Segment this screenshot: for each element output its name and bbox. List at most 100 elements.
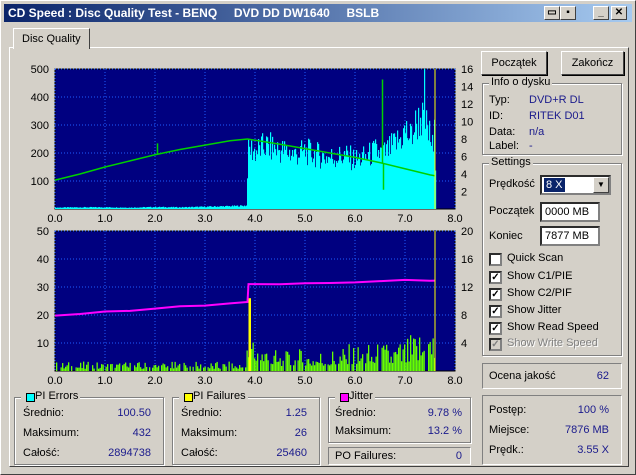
start-position-input[interactable]: 0000 MB [540,202,600,222]
date-value: n/a [529,126,545,138]
title-bar[interactable]: CD Speed : Disc Quality Test - BENQ DVD … [4,4,632,22]
pif-bar [344,354,346,371]
jitter-avg: 9.78 % [427,407,462,419]
pif-bar [155,364,157,371]
pif-bar [185,365,187,371]
pif-bar [255,360,257,371]
disc-info-group: Info o dysku Typ: DVD+R DL ID: RITEK D01… [482,76,622,155]
pif-bar [213,368,215,371]
pif-bar [399,344,401,371]
pif-bar [411,354,413,371]
progress-value: 100 % [577,404,609,416]
pif-bar [273,355,275,371]
pif-y-tick-label: 40 [37,254,49,266]
quality-value: 62 [596,370,609,382]
copy-icon[interactable]: ▭ [544,6,560,20]
pif-bar [252,342,254,371]
show-jitter-checkbox[interactable]: ✓ [489,305,502,318]
po-failures-panel: PO Failures: 0 [328,447,471,465]
pif-bar [99,367,101,371]
pie-y-tick-label: 200 [31,148,49,160]
close-button[interactable]: ✕ [611,6,627,20]
save-icon[interactable]: ▪ [560,6,576,20]
pif-bar [410,335,412,371]
pif-bar [158,365,160,371]
pif-bar [210,363,212,371]
pif-bar [300,350,302,371]
pif-bar [179,363,181,371]
pif-bar [320,353,322,371]
pif-bar [141,368,143,371]
pif-bar [335,364,337,371]
pif-bar [101,364,103,371]
pif-bar [324,363,326,371]
minimize-button[interactable]: _ [593,6,609,20]
speed-label: Prędkość [489,178,535,190]
pif-bar [251,348,253,371]
pif-bar [359,361,361,371]
position-label: Miejsce: [489,424,530,436]
pif-bar [306,359,308,371]
pif-bar [192,366,194,371]
pif-bar [102,364,104,371]
pif-bar [372,361,374,371]
tab-disc-quality[interactable]: Disc Quality [13,28,90,49]
pif-bar [237,368,239,371]
show-pie-checkbox[interactable]: ✓ [489,271,502,284]
show-pif-checkbox[interactable]: ✓ [489,288,502,301]
pif-bar [419,337,421,371]
pif-bar [261,354,263,371]
pif-bar [272,364,274,371]
pif-bar [330,364,332,371]
id-label: ID: [489,110,504,122]
pif-bar [110,364,112,371]
pif-bar [167,366,169,371]
pif-bar [342,349,344,371]
pif-bar [267,360,269,371]
pif-bar [87,361,89,371]
pif-y2-tick-label: 20 [461,226,473,238]
pif-x-tick-label: 0.0 [47,375,62,387]
pif-y2-tick-label: 12 [461,282,473,294]
pi-failures-max-label: Maksimum: [181,427,238,439]
pif-bar [405,362,407,371]
show-read-speed-checkbox[interactable]: ✓ [489,322,502,335]
pif-bar [209,368,211,371]
start-button[interactable]: Początek [481,51,547,75]
end-position-input[interactable]: 7877 MB [540,226,600,246]
pif-bar [429,341,431,371]
quick-scan-checkbox[interactable] [489,253,502,266]
pif-y2-tick-label: 16 [461,254,473,266]
pif-bar [278,361,280,371]
pif-bar [84,368,86,371]
pif-bar [309,363,311,371]
pif-x-tick-label: 5.0 [297,375,312,387]
pif-bar [204,366,206,371]
pif-bar [297,360,299,371]
jitter-avg-label: Średnio: [335,407,376,419]
pif-bar [203,367,205,371]
chevron-down-icon[interactable]: ▼ [593,177,609,193]
pi-failures-total-label: Całość: [181,447,218,459]
pif-bar [212,366,214,371]
exit-button[interactable]: Zakończ [561,51,624,75]
progress-label: Postęp: [489,404,527,416]
pif-bar [279,358,281,371]
pif-bar [62,363,64,371]
pif-bar [347,364,349,371]
settings-title: Settings [489,156,533,168]
pi-errors-total: 2894738 [108,447,151,459]
pif-bar [83,361,85,371]
pif-bar [266,353,268,371]
pif-bar [128,367,130,371]
speed-select[interactable]: 8 X ▼ [540,175,611,195]
pif-bar [315,361,317,371]
pif-bar [129,362,131,371]
pie-y2-tick-label: 16 [461,64,473,76]
pif-x-tick-label: 7.0 [397,375,412,387]
pif-bar [323,365,325,371]
pif-bar [207,367,209,371]
pif-bar [351,364,353,371]
type-value: DVD+R DL [529,94,584,106]
pif-bar [78,367,80,371]
